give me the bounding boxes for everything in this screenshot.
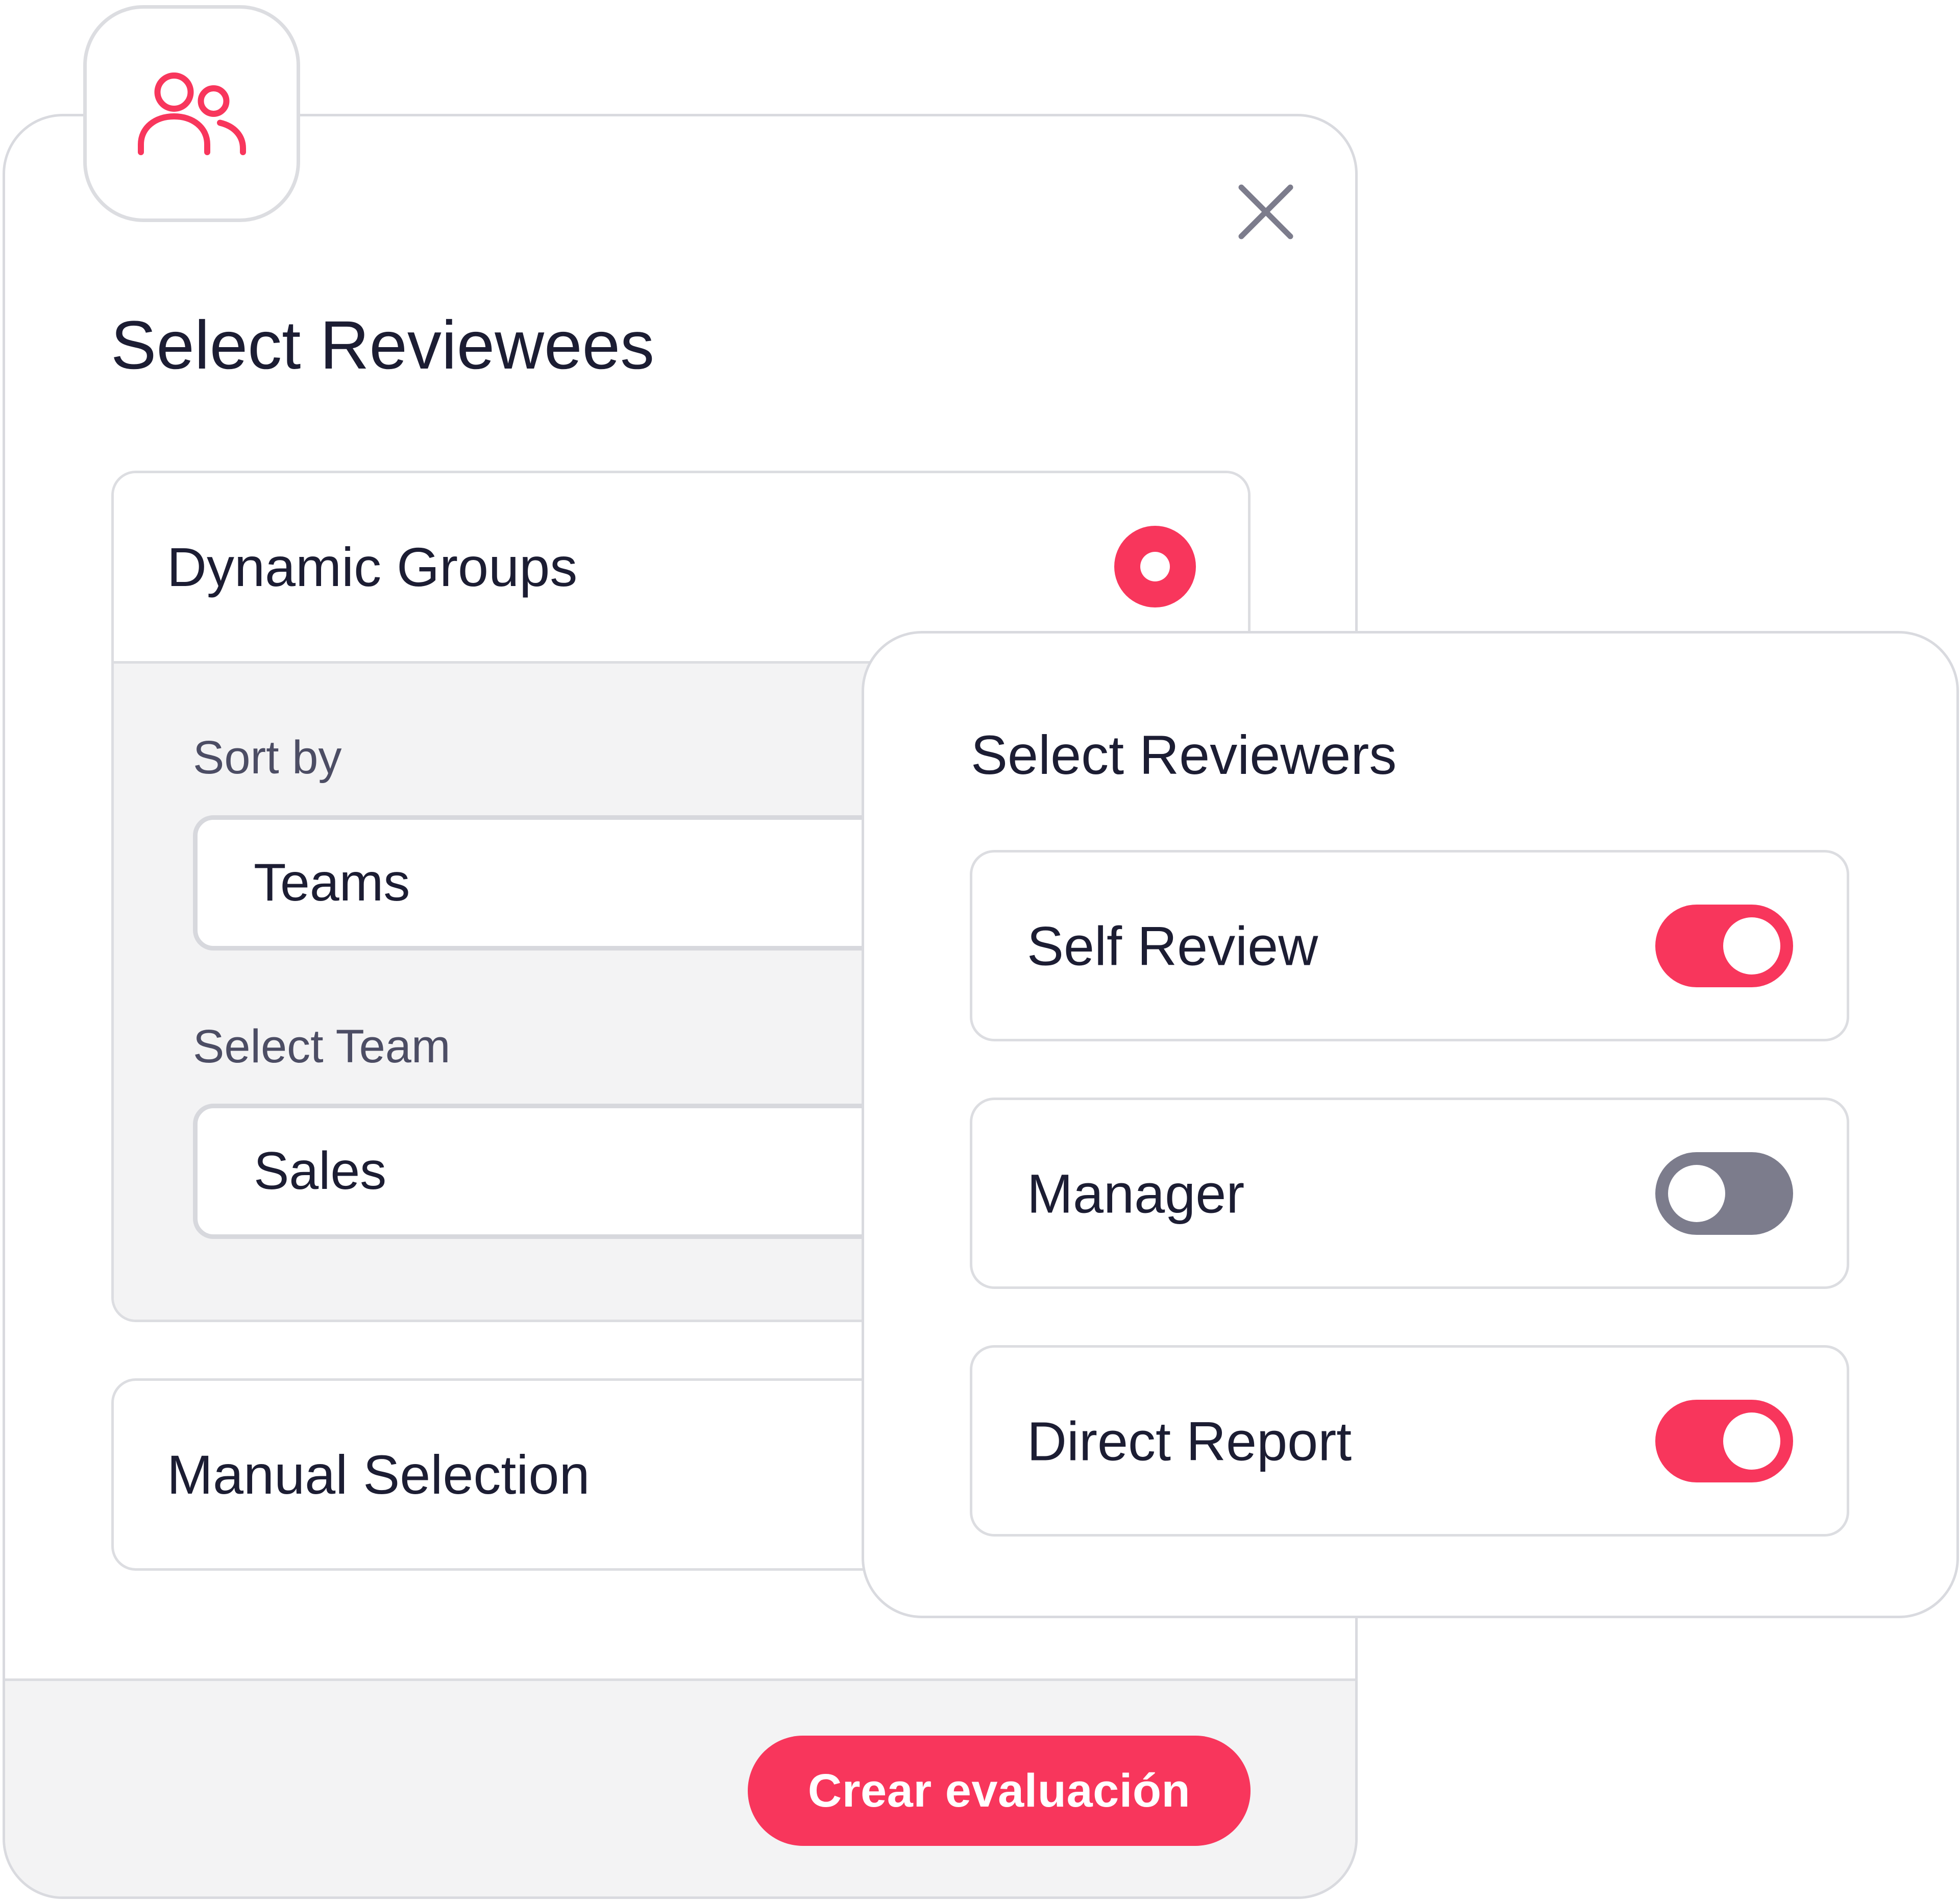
- select-team-label: Select Team: [193, 1020, 451, 1073]
- sort-by-select[interactable]: Teams: [193, 815, 908, 951]
- reviewer-label: Direct Report: [1027, 1410, 1352, 1472]
- toggle-knob: [1723, 1412, 1780, 1470]
- users-icon-tile: [83, 5, 300, 222]
- modal-title: Select Reviewees: [111, 307, 655, 383]
- reviewer-row-manager: Manager: [970, 1098, 1849, 1289]
- manual-selection-title: Manual Selection: [167, 1444, 590, 1505]
- users-icon: [137, 72, 246, 155]
- select-team-select[interactable]: Sales: [193, 1104, 908, 1239]
- create-evaluation-button[interactable]: Crear evaluación: [748, 1736, 1251, 1846]
- manager-toggle[interactable]: [1655, 1152, 1793, 1235]
- sort-by-label: Sort by: [193, 732, 342, 784]
- self-review-toggle[interactable]: [1655, 904, 1793, 987]
- reviewer-label: Manager: [1027, 1162, 1245, 1224]
- dynamic-groups-radio[interactable]: [1114, 526, 1196, 607]
- direct-report-toggle[interactable]: [1655, 1399, 1793, 1482]
- toggle-knob: [1723, 917, 1780, 975]
- close-icon[interactable]: [1235, 181, 1296, 242]
- reviewer-label: Self Review: [1027, 915, 1318, 977]
- radio-selected-dot: [1140, 552, 1170, 581]
- reviewer-row-direct-report: Direct Report: [970, 1345, 1849, 1537]
- reviewer-row-self-review: Self Review: [970, 850, 1849, 1041]
- reviewers-title: Select Reviewers: [971, 724, 1397, 786]
- dynamic-groups-title: Dynamic Groups: [167, 536, 578, 598]
- toggle-knob: [1668, 1164, 1725, 1222]
